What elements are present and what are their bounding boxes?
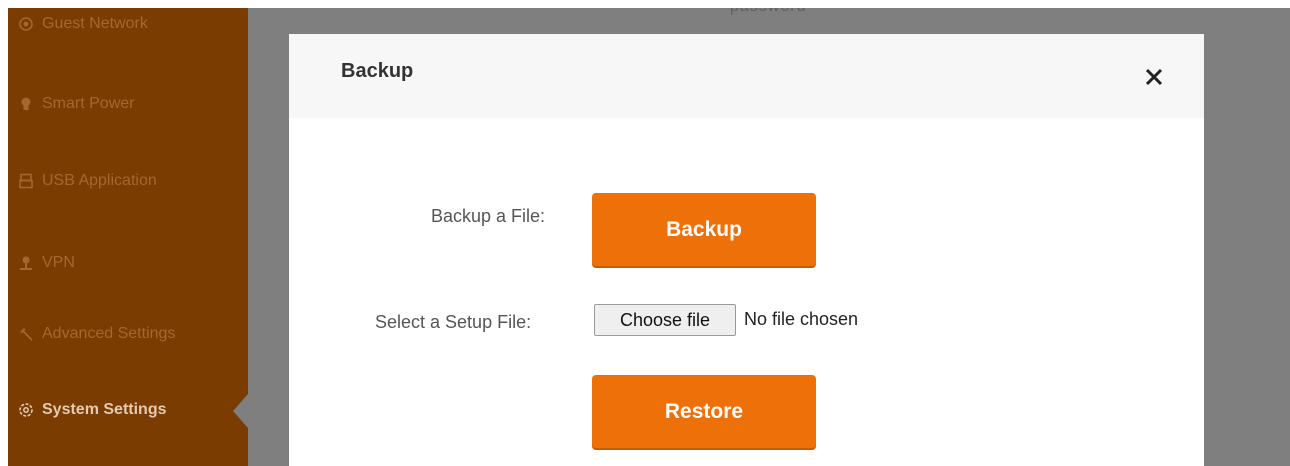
active-item-pointer [233, 394, 248, 428]
gear-icon [18, 402, 34, 418]
close-button[interactable] [1141, 64, 1167, 90]
sidebar-item-label: System Settings [42, 401, 167, 418]
sidebar-item-vpn[interactable]: VPN [18, 251, 75, 275]
sidebar-item-label: Smart Power [42, 95, 135, 112]
sidebar: Guest Network Smart Power USB Applicatio… [8, 8, 248, 466]
sidebar-item-label: Advanced Settings [42, 325, 176, 342]
bulb-icon [18, 96, 34, 112]
app-frame: Guest Network Smart Power USB Applicatio… [8, 8, 1290, 466]
sidebar-item-system-settings[interactable]: System Settings [18, 398, 166, 422]
setup-file-label: Select a Setup File: [375, 312, 532, 332]
file-status-text: No file chosen [744, 309, 859, 329]
vpn-icon [18, 255, 34, 271]
backup-file-label: Backup a File: [431, 206, 546, 226]
sidebar-item-advanced-settings[interactable]: Advanced Settings [18, 322, 175, 346]
sidebar-item-smart-power[interactable]: Smart Power [18, 92, 134, 116]
backup-button[interactable]: Backup [592, 193, 816, 266]
choose-file-button[interactable]: Choose file [594, 304, 736, 336]
background-field-label: password [730, 8, 806, 16]
sidebar-item-guest-network[interactable]: Guest Network [18, 12, 148, 36]
close-icon [1145, 68, 1163, 86]
sidebar-item-label: VPN [42, 254, 75, 271]
backup-modal: Backup Backup a File: Backup Select a Se… [289, 34, 1204, 466]
modal-header: Backup [289, 34, 1204, 118]
wrench-icon [18, 326, 34, 342]
sidebar-item-label: Guest Network [42, 15, 148, 32]
modal-title: Backup [341, 60, 414, 82]
sidebar-item-usb-application[interactable]: USB Application [18, 169, 157, 193]
usb-icon [18, 173, 34, 189]
guest-network-icon [18, 16, 34, 32]
restore-button[interactable]: Restore [592, 375, 816, 448]
sidebar-item-label: USB Application [42, 172, 157, 189]
